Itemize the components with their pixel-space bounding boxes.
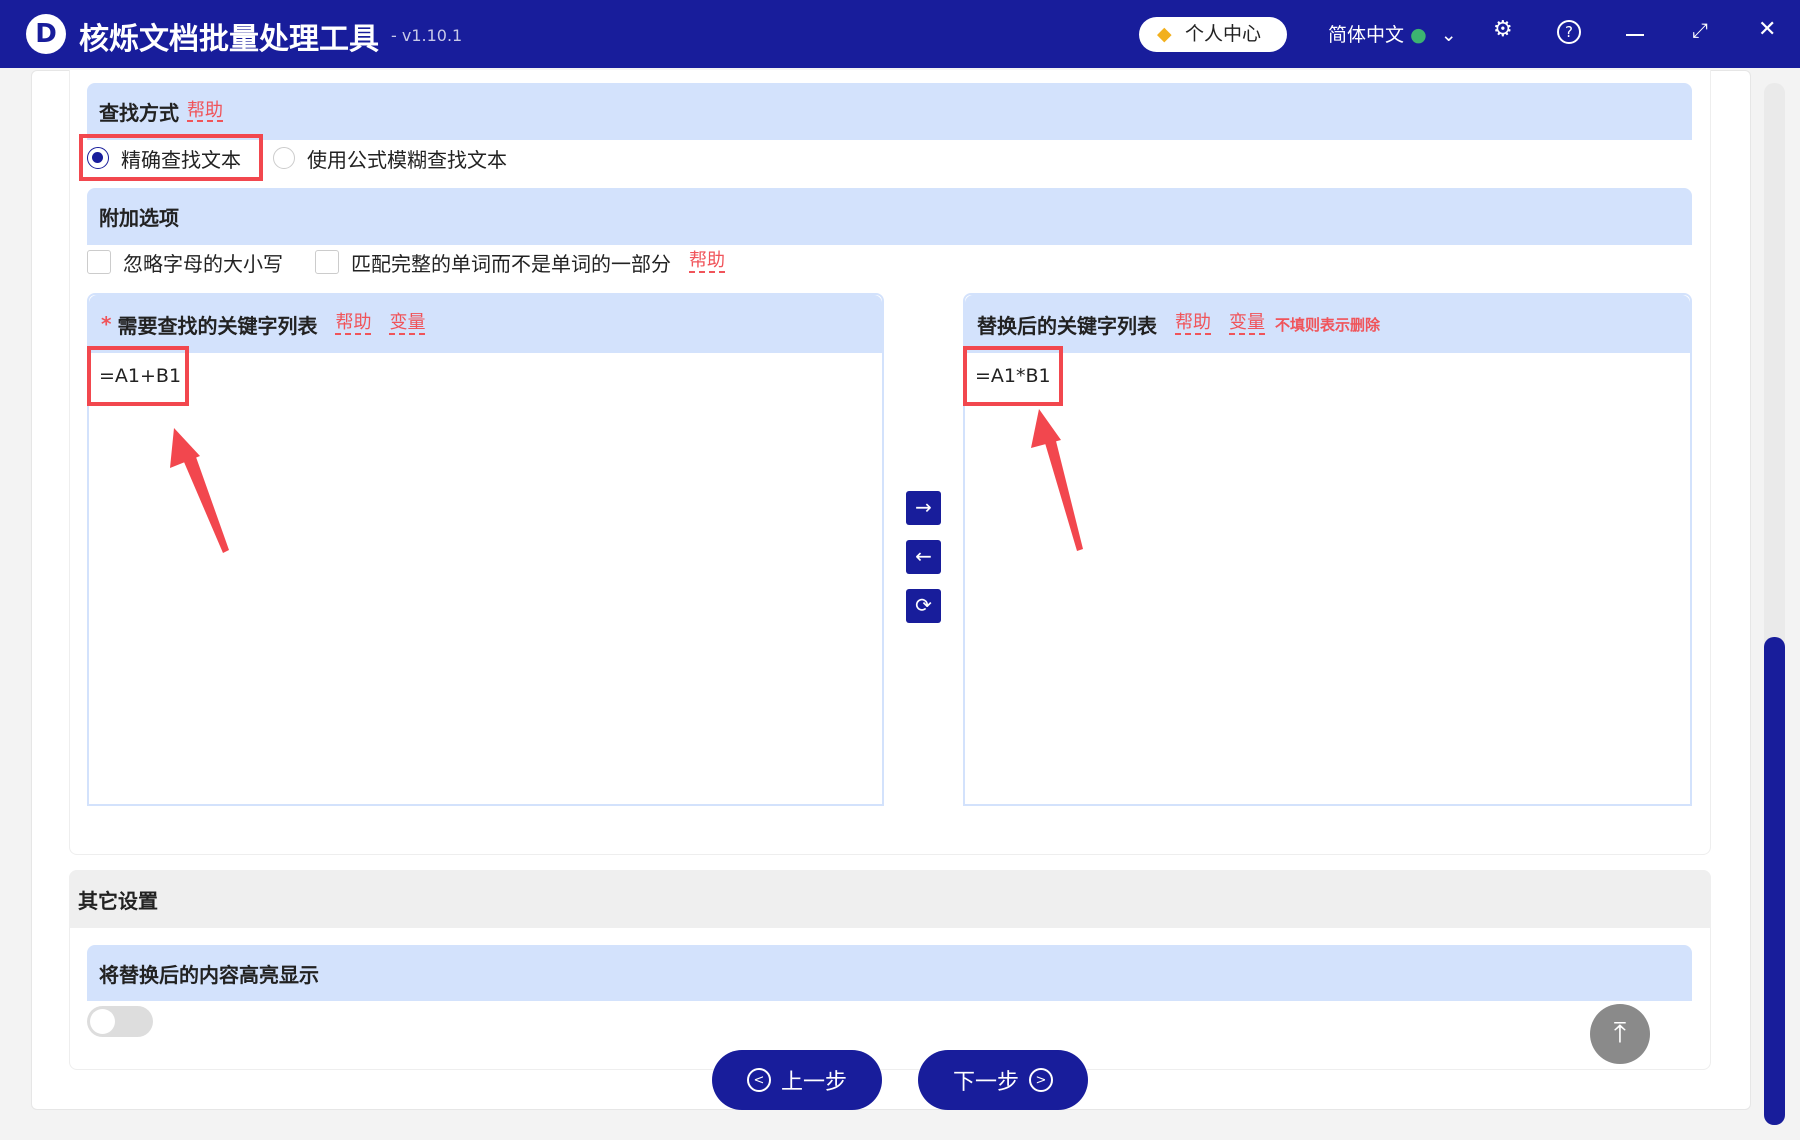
arrow-right-icon: → <box>915 495 932 519</box>
radio-formula[interactable]: 使用公式模糊查找文本 <box>273 145 507 172</box>
diamond-icon: ◆ <box>1157 23 1172 45</box>
next-step-label: 下一步 <box>952 1070 1019 1095</box>
replace-note: 不填则表示删除 <box>1275 315 1381 334</box>
whole-word-label: 匹配完整的单词而不是单词的一部分 <box>351 251 671 276</box>
extra-options-title: 附加选项 <box>99 206 179 230</box>
chevron-right-icon: > <box>1029 1068 1053 1092</box>
checkbox-ignore-case[interactable]: 忽略字母的大小写 <box>87 249 283 276</box>
required-mark: * <box>101 312 112 336</box>
find-help-link[interactable]: 帮助 <box>335 313 372 335</box>
find-list-header: * 需要查找的关键字列表 帮助 变量 <box>89 295 882 353</box>
highlight-annotation-box <box>963 346 1063 406</box>
prev-step-button[interactable]: < 上一步 <box>712 1050 882 1110</box>
checkbox[interactable] <box>87 250 111 274</box>
help-icon[interactable]: ? <box>1557 20 1581 44</box>
other-settings-header: 其它设置 <box>69 870 1711 928</box>
close-icon[interactable]: ✕ <box>1758 17 1776 42</box>
copy-left-button[interactable]: ← <box>906 540 941 574</box>
next-step-button[interactable]: 下一步 > <box>918 1050 1088 1110</box>
language-label: 简体中文 <box>1328 24 1405 46</box>
maximize-icon[interactable]: ⤢ <box>1692 18 1708 42</box>
search-mode-header: 查找方式 帮助 <box>87 83 1692 140</box>
highlight-annotation-box <box>79 134 263 181</box>
highlight-toggle[interactable] <box>87 1006 153 1037</box>
highlight-title: 将替换后的内容高亮显示 <box>99 962 319 987</box>
language-select[interactable]: 简体中文 ● ⌄ <box>1328 20 1457 47</box>
highlight-header: 将替换后的内容高亮显示 <box>87 945 1692 1001</box>
highlight-annotation-box <box>87 346 189 406</box>
extra-help-link[interactable]: 帮助 <box>689 251 725 273</box>
radio-button[interactable] <box>273 147 295 169</box>
prev-step-label: 上一步 <box>780 1070 847 1095</box>
ignore-case-label: 忽略字母的大小写 <box>123 251 283 276</box>
app-title: 核烁文档批量处理工具 <box>79 22 379 57</box>
chevron-left-icon: < <box>746 1068 771 1092</box>
back-to-top-button[interactable]: ⤒ <box>1590 1004 1650 1064</box>
checkbox-whole-word[interactable]: 匹配完整的单词而不是单词的一部分 帮助 <box>315 249 725 276</box>
swap-button[interactable]: ⟳ <box>906 589 941 623</box>
user-center-button[interactable]: ◆ 个人中心 <box>1139 17 1287 52</box>
radio-formula-label: 使用公式模糊查找文本 <box>307 147 507 172</box>
search-mode-title: 查找方式 <box>99 101 179 125</box>
scrollbar-track[interactable] <box>1764 83 1785 1125</box>
find-list-panel: * 需要查找的关键字列表 帮助 变量 =A1+B1 <box>87 293 884 806</box>
settings-gear-icon[interactable]: ⚙ <box>1493 17 1513 42</box>
minimize-icon[interactable] <box>1626 34 1644 36</box>
title-bar: D 核烁文档批量处理工具 - v1.10.1 ◆ 个人中心 简体中文 ● ⌄ ⚙ … <box>0 0 1800 68</box>
chevron-down-icon: ⌄ <box>1440 24 1457 46</box>
find-variable-link[interactable]: 变量 <box>389 313 426 335</box>
find-list-title: 需要查找的关键字列表 <box>117 313 318 338</box>
arrow-left-icon: ← <box>915 544 932 568</box>
replace-help-link[interactable]: 帮助 <box>1175 313 1211 335</box>
replace-variable-link[interactable]: 变量 <box>1229 313 1265 335</box>
checkbox[interactable] <box>315 250 339 274</box>
replace-list-panel: 替换后的关键字列表 帮助 变量 不填则表示删除 =A1*B1 <box>963 293 1692 806</box>
user-center-label: 个人中心 <box>1185 23 1262 45</box>
scrollbar-thumb[interactable] <box>1764 637 1785 1125</box>
replace-list-header: 替换后的关键字列表 帮助 变量 不填则表示删除 <box>965 295 1690 353</box>
other-settings-title: 其它设置 <box>78 888 158 913</box>
app-logo: D <box>26 14 66 54</box>
refresh-icon: ⟳ <box>915 593 932 617</box>
arrow-up-bar-icon: ⤒ <box>1613 1016 1627 1049</box>
search-mode-help-link[interactable]: 帮助 <box>187 100 223 123</box>
globe-icon: ● <box>1410 24 1427 46</box>
extra-options-header: 附加选项 <box>87 188 1692 245</box>
replace-list-title: 替换后的关键字列表 <box>977 313 1157 338</box>
copy-right-button[interactable]: → <box>906 491 941 525</box>
app-version: - v1.10.1 <box>391 26 463 45</box>
